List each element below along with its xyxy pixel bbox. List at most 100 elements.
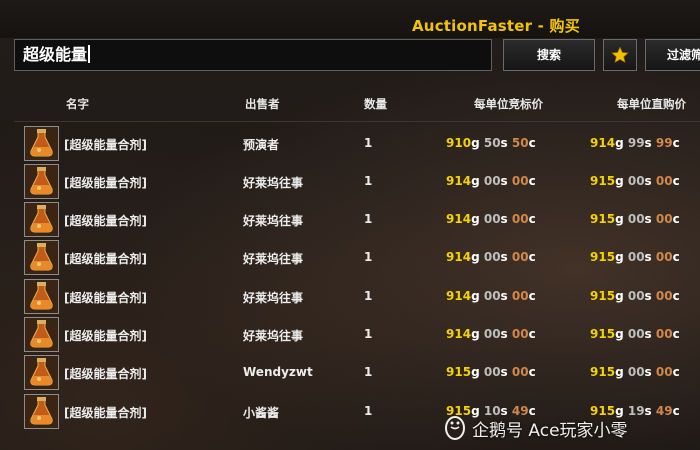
copper-amount: 00 (655, 212, 673, 226)
quantity: 1 (364, 212, 373, 226)
silver-unit: s (644, 250, 652, 264)
table-row[interactable]: [超级能量合剂] 好莱坞往事 1 914g 00s 00c 915g 00s 00c (0, 200, 700, 238)
buyout-price: 915g 00s 00c (590, 327, 680, 341)
gold-amount: 910 (446, 136, 472, 150)
item-name-link[interactable]: [超级能量合剂] (64, 327, 147, 344)
buyout-price: 915g 00s 00c (590, 174, 680, 188)
seller-name: 预演者 (243, 138, 280, 152)
silver-amount: 00 (627, 212, 645, 226)
silver-amount: 00 (627, 327, 645, 341)
potion-flask-icon (25, 395, 58, 428)
bid-price: 914g 00s 00c (446, 250, 536, 264)
column-header-seller[interactable]: 出售者 (245, 96, 280, 112)
gold-amount: 915 (590, 174, 616, 188)
item-name-link[interactable]: [超级能量合剂] (64, 136, 147, 153)
copper-amount: 00 (511, 289, 529, 303)
gold-unit: g (615, 250, 624, 264)
table-row[interactable]: [超级能量合剂] 预演者 1 910g 50s 50c 914g 99s 99c (0, 124, 700, 162)
favorite-button[interactable] (603, 39, 637, 71)
copper-unit: c (672, 327, 680, 341)
item-icon-slot[interactable] (24, 317, 59, 352)
item-icon-slot[interactable] (24, 355, 59, 390)
column-header-quantity[interactable]: 数量 (364, 96, 387, 112)
copper-amount: 00 (655, 289, 673, 303)
copper-amount: 00 (511, 212, 529, 226)
item-icon-slot[interactable] (24, 279, 59, 314)
silver-unit: s (500, 289, 508, 303)
quantity: 1 (364, 250, 373, 264)
gold-amount: 914 (446, 212, 472, 226)
copper-amount: 00 (511, 365, 529, 379)
silver-amount: 99 (627, 136, 645, 150)
silver-amount: 00 (483, 174, 501, 188)
silver-amount: 00 (627, 174, 645, 188)
copper-unit: c (672, 212, 680, 226)
item-icon-slot[interactable] (24, 164, 59, 199)
seller-name: 好莱坞往事 (243, 214, 304, 228)
gold-amount: 915 (590, 250, 616, 264)
potion-flask-icon (25, 318, 58, 351)
table-row[interactable]: [超级能量合剂] 好莱坞往事 1 914g 00s 00c 915g 00s 00c (0, 238, 700, 276)
buyout-price: 914g 99s 99c (590, 136, 680, 150)
copper-amount: 00 (511, 327, 529, 341)
silver-unit: s (644, 289, 652, 303)
gold-amount: 915 (590, 327, 616, 341)
gold-amount: 915 (446, 365, 472, 379)
seller-name: 小酱酱 (243, 406, 280, 420)
search-input[interactable]: 超级能量 (14, 39, 492, 71)
item-name-link[interactable]: [超级能量合剂] (64, 250, 147, 267)
gold-amount: 914 (446, 289, 472, 303)
silver-unit: s (644, 174, 652, 188)
column-header-name[interactable]: 名字 (66, 96, 89, 112)
quantity: 1 (364, 289, 373, 303)
item-name-link[interactable]: [超级能量合剂] (64, 174, 147, 191)
potion-flask-icon (25, 165, 58, 198)
potion-flask-icon (25, 280, 58, 313)
search-button[interactable]: 搜索 (503, 39, 595, 71)
column-header-bid-price[interactable]: 每单位竞标价 (474, 96, 543, 112)
item-name-link[interactable]: [超级能量合剂] (64, 212, 147, 229)
item-icon-slot[interactable] (24, 202, 59, 237)
silver-amount: 00 (483, 327, 501, 341)
item-name-link[interactable]: [超级能量合剂] (64, 404, 147, 421)
seller-name: Wendyzwt (243, 365, 313, 379)
column-header-buyout-price[interactable]: 每单位直购价 (617, 96, 686, 112)
filter-button[interactable]: 过滤筛 (645, 39, 700, 71)
gold-unit: g (615, 174, 624, 188)
item-name-link[interactable]: [超级能量合剂] (64, 365, 147, 382)
silver-amount: 00 (483, 212, 501, 226)
buyout-price: 915g 00s 00c (590, 289, 680, 303)
gold-unit: g (615, 365, 624, 379)
silver-unit: s (644, 404, 652, 418)
table-row[interactable]: [超级能量合剂] 好莱坞往事 1 914g 00s 00c 915g 00s 00c (0, 162, 700, 200)
copper-amount: 00 (655, 365, 673, 379)
item-icon-slot[interactable] (24, 126, 59, 161)
window-title: AuctionFaster - 购买 (412, 17, 580, 35)
table-row[interactable]: [超级能量合剂] 好莱坞往事 1 914g 00s 00c 915g 00s 00c (0, 315, 700, 353)
bid-price: 915g 00s 00c (446, 365, 536, 379)
gold-amount: 914 (446, 250, 472, 264)
table-row[interactable]: [超级能量合剂] Wendyzwt 1 915g 00s 00c 915g 00s 00… (0, 353, 700, 391)
copper-unit: c (528, 174, 536, 188)
bid-price: 910g 50s 50c (446, 136, 536, 150)
table-row[interactable]: [超级能量合剂] 好莱坞往事 1 914g 00s 00c 915g 00s 00c (0, 277, 700, 315)
watermark-text: 企鹅号 Ace玩家小零 (472, 421, 628, 441)
bid-price: 914g 00s 00c (446, 289, 536, 303)
silver-unit: s (500, 327, 508, 341)
star-icon (611, 46, 629, 63)
item-name-link[interactable]: [超级能量合剂] (64, 289, 147, 306)
copper-amount: 00 (655, 327, 673, 341)
item-icon-slot[interactable] (24, 240, 59, 275)
gold-amount: 914 (590, 136, 616, 150)
bid-price: 914g 00s 00c (446, 327, 536, 341)
item-icon-slot[interactable] (24, 394, 59, 429)
silver-amount: 19 (627, 404, 645, 418)
copper-unit: c (672, 365, 680, 379)
gold-amount: 915 (590, 365, 616, 379)
buyout-price: 915g 00s 00c (590, 365, 680, 379)
gold-unit: g (615, 289, 624, 303)
gold-unit: g (471, 136, 480, 150)
gold-amount: 915 (590, 212, 616, 226)
silver-unit: s (500, 136, 508, 150)
silver-unit: s (644, 365, 652, 379)
